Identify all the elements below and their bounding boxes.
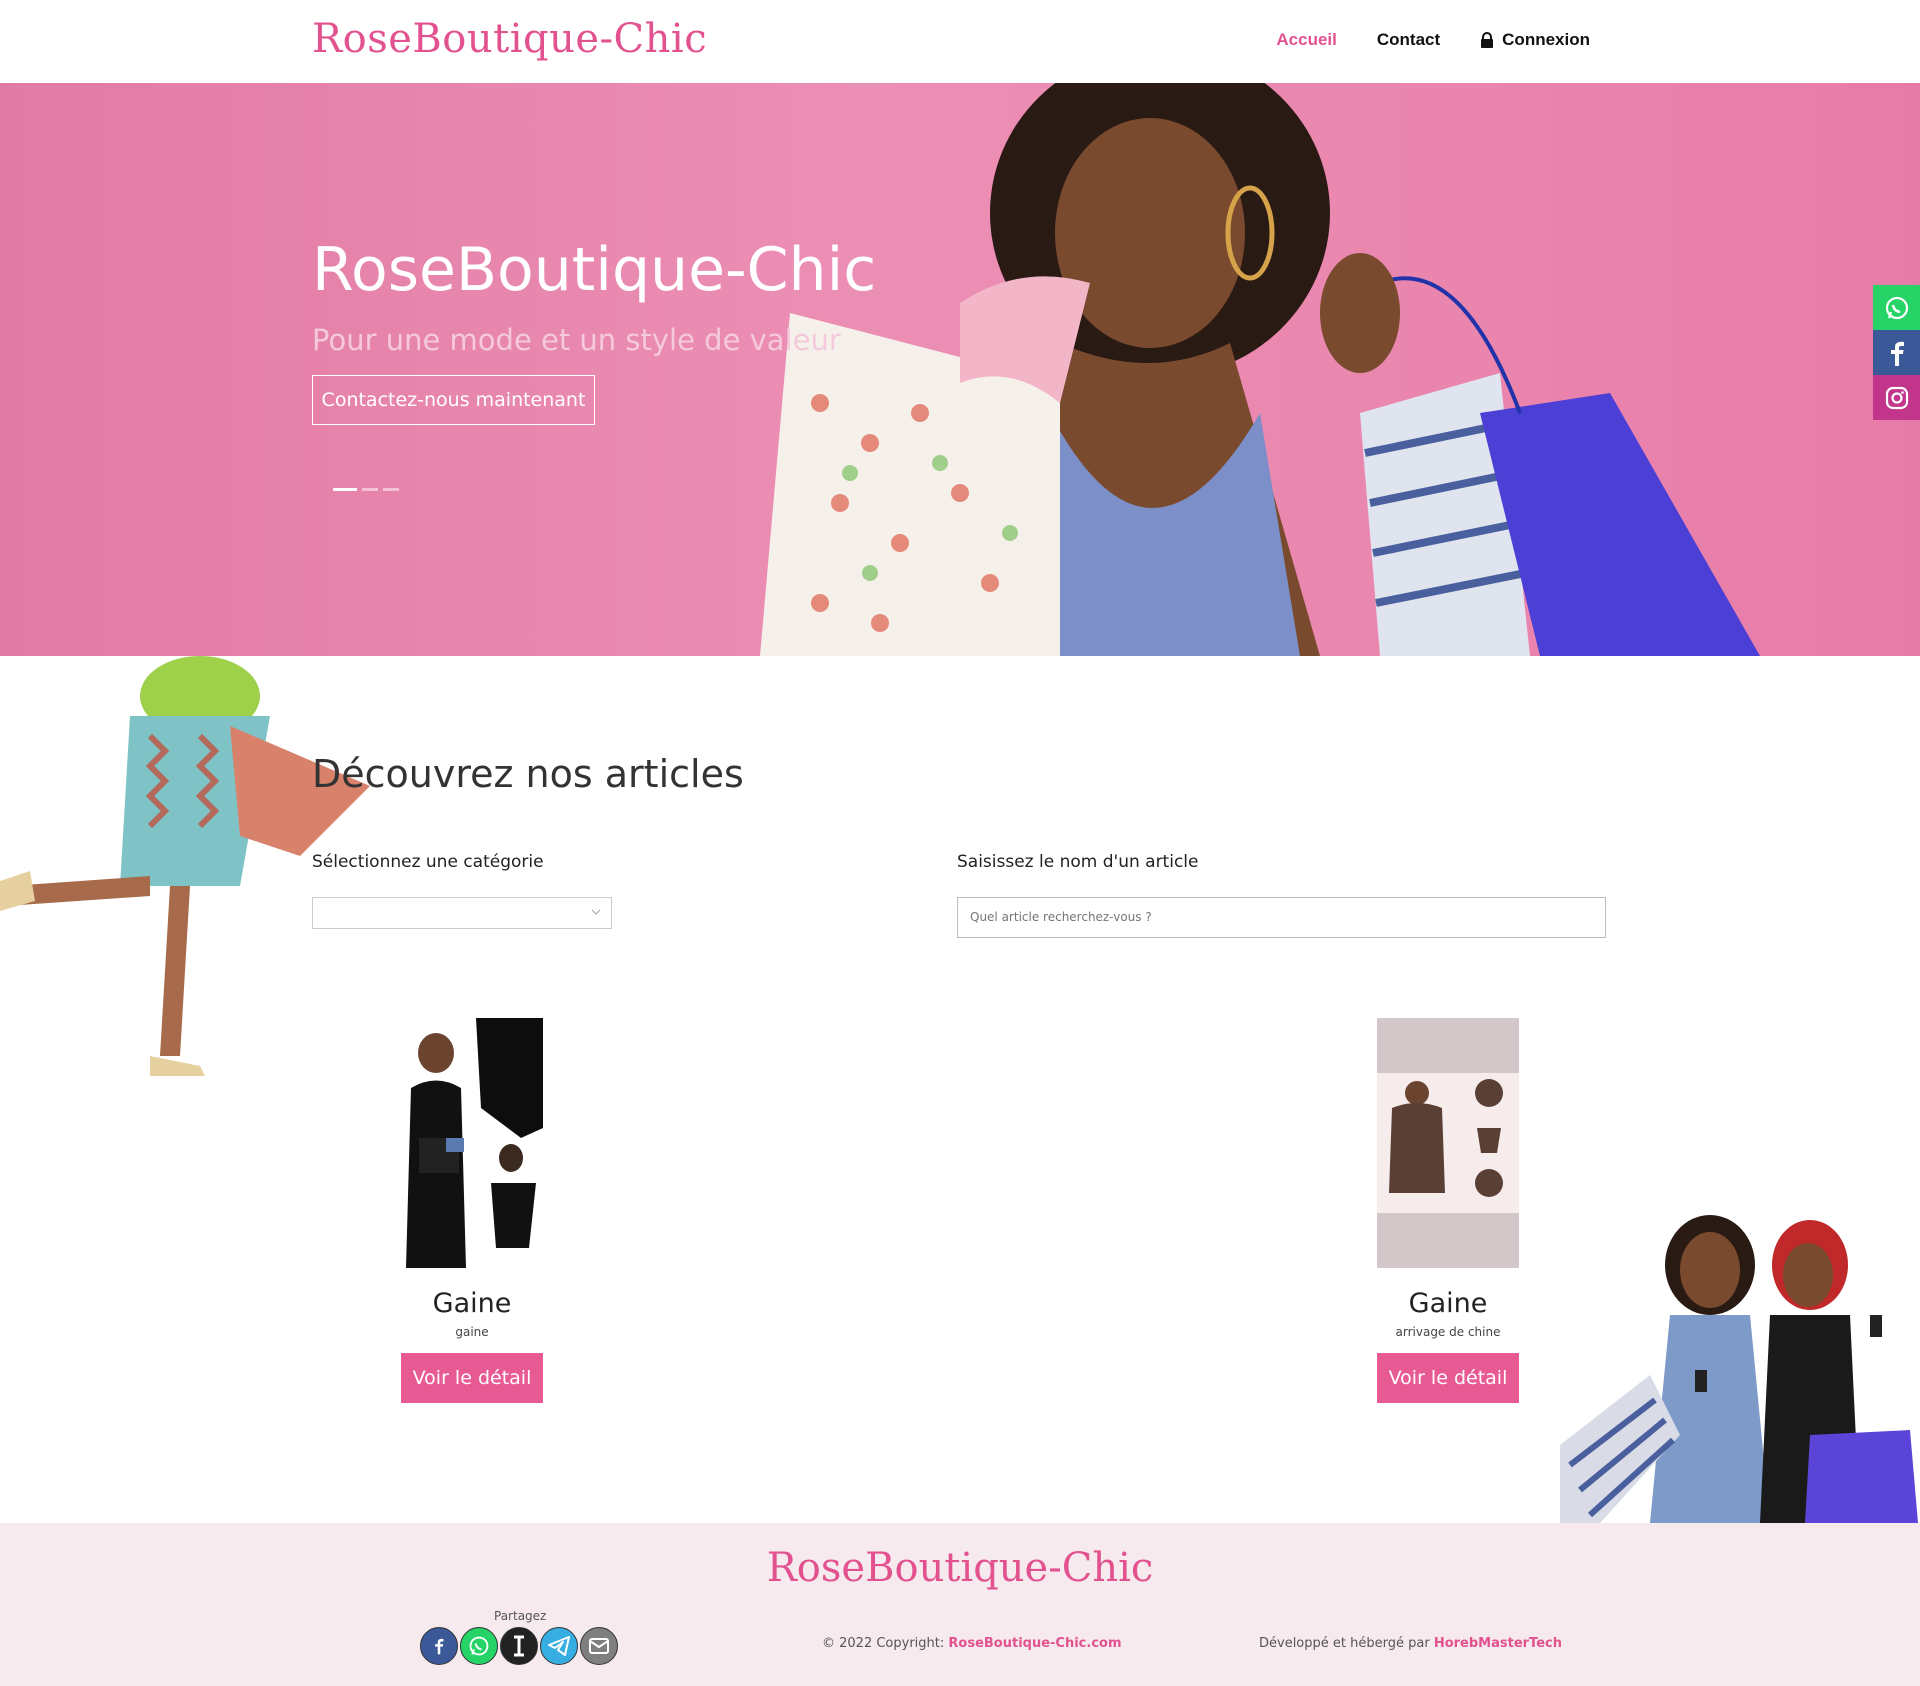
site-logo[interactable]: RoseBoutique-Chic	[312, 16, 707, 62]
facebook-icon	[1890, 341, 1904, 366]
product-image-shapewear[interactable]	[401, 1018, 543, 1268]
footer-logo: RoseBoutique-Chic	[766, 1545, 1154, 1591]
copyright-prefix: © 2022 Copyright:	[822, 1636, 945, 1651]
footer: RoseBoutique-Chic Partagez © 2022 Copyri…	[0, 1523, 1920, 1686]
email-icon	[589, 1638, 609, 1654]
search-label: Saisissez le nom d'un article	[957, 852, 1199, 872]
share-facebook-button[interactable]	[420, 1627, 458, 1665]
hero-subtitle: Pour une mode et un style de valeur	[312, 323, 841, 357]
product-card: Gaine arrivage de chine Voir le détail	[1377, 1018, 1519, 1403]
social-floating-bar	[1873, 285, 1920, 420]
contact-now-button[interactable]: Contactez-nous maintenant	[312, 375, 595, 425]
share-email-button[interactable]	[580, 1627, 618, 1665]
view-detail-button[interactable]: Voir le détail	[401, 1353, 543, 1403]
lock-icon	[1481, 32, 1494, 48]
carousel-indicator-3[interactable]	[383, 488, 399, 491]
carousel-indicators	[333, 488, 399, 491]
developer-credit: Développé et hébergé par HorebMasterTech	[1259, 1636, 1562, 1651]
instagram-icon	[1885, 386, 1908, 409]
product-name: Gaine	[1408, 1288, 1488, 1319]
whatsapp-icon	[1885, 296, 1908, 319]
nav-login-label: Connexion	[1502, 30, 1590, 49]
top-navbar: RoseBoutique-Chic Accueil Contact Connex…	[0, 0, 1920, 83]
nav-contact-link[interactable]: Contact	[1377, 30, 1440, 50]
developer-prefix: Développé et hébergé par	[1259, 1636, 1430, 1651]
share-whatsapp-button[interactable]	[460, 1627, 498, 1665]
facebook-icon	[435, 1638, 444, 1655]
instapaper-icon	[514, 1635, 524, 1657]
facebook-button[interactable]	[1873, 330, 1920, 375]
two-shopping-women-illustration	[1560, 1215, 1918, 1523]
product-image-shapewear[interactable]	[1377, 1018, 1519, 1268]
share-label: Partagez	[494, 1609, 547, 1623]
carousel-indicator-1[interactable]	[333, 488, 357, 491]
product-card: Gaine gaine Voir le détail	[401, 1018, 543, 1403]
hero-title: RoseBoutique-Chic	[312, 235, 877, 305]
share-buttons	[420, 1627, 618, 1665]
nav-home-link[interactable]: Accueil	[1276, 30, 1336, 50]
hero-shopping-woman-image	[760, 83, 1760, 656]
copyright-text: © 2022 Copyright: RoseBoutique-Chic.com	[822, 1636, 1122, 1651]
nav-login-link[interactable]: Connexion	[1480, 30, 1590, 50]
catalog-title: Découvrez nos articles	[312, 752, 744, 796]
share-instapaper-button[interactable]	[500, 1627, 538, 1665]
category-label: Sélectionnez une catégorie	[312, 852, 544, 872]
hero-carousel[interactable]: RoseBoutique-Chic Pour une mode et un st…	[0, 83, 1920, 656]
search-input[interactable]: Quel article recherchez-vous ?	[957, 897, 1606, 938]
whatsapp-button[interactable]	[1873, 285, 1920, 330]
telegram-icon	[548, 1636, 570, 1656]
copyright-site-link[interactable]: RoseBoutique-Chic.com	[948, 1636, 1121, 1651]
product-name: Gaine	[432, 1288, 512, 1319]
chevron-down-icon	[591, 909, 601, 915]
category-select[interactable]	[312, 897, 612, 929]
product-description: gaine	[455, 1325, 489, 1339]
carousel-indicator-2[interactable]	[362, 488, 378, 491]
main-nav: Accueil Contact Connexion	[1276, 30, 1590, 50]
share-telegram-button[interactable]	[540, 1627, 578, 1665]
instagram-button[interactable]	[1873, 375, 1920, 420]
view-detail-button[interactable]: Voir le détail	[1377, 1353, 1519, 1403]
whatsapp-icon	[469, 1636, 489, 1656]
developer-link[interactable]: HorebMasterTech	[1434, 1636, 1562, 1651]
product-description: arrivage de chine	[1395, 1325, 1501, 1339]
